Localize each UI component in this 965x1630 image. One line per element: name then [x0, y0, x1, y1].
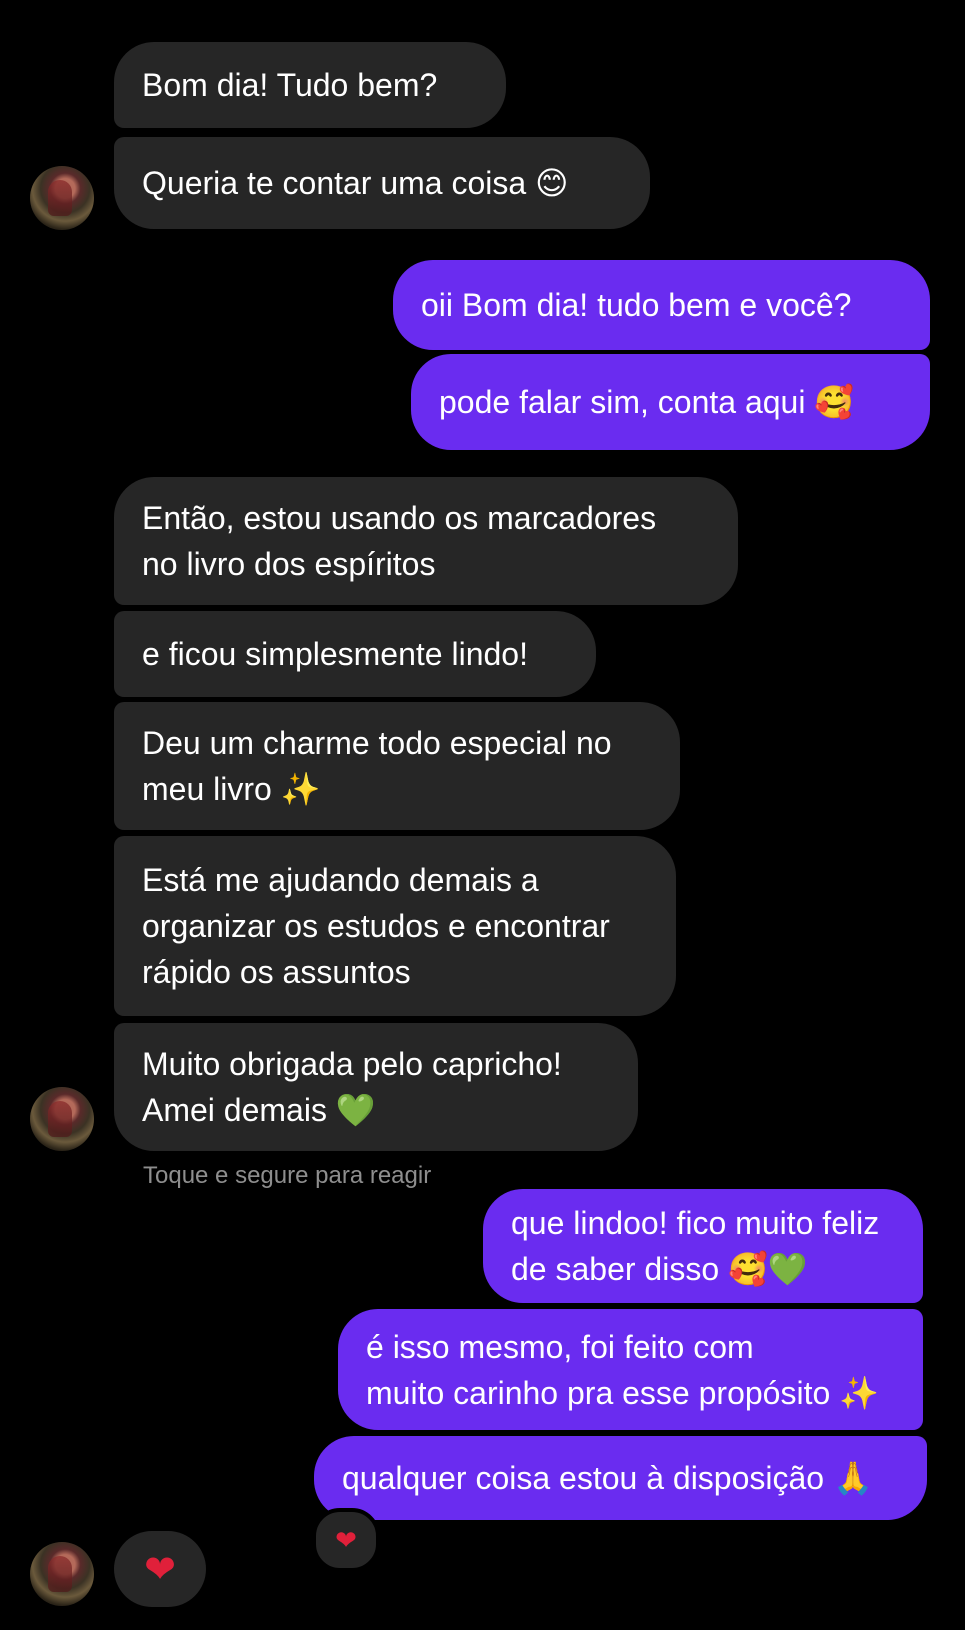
incoming-message[interactable]: Muito obrigada pelo capricho! Amei demai… [114, 1023, 638, 1151]
incoming-message[interactable]: Bom dia! Tudo bem? [114, 42, 506, 128]
contact-avatar[interactable] [30, 166, 94, 230]
contact-avatar[interactable] [30, 1542, 94, 1606]
heart-message-icon[interactable]: ❤ [114, 1531, 206, 1607]
reaction-hint: Toque e segure para reagir [143, 1162, 432, 1189]
incoming-message[interactable]: Então, estou usando os marcadores no liv… [114, 477, 738, 605]
heart-reaction-icon[interactable]: ❤ [312, 1508, 380, 1572]
outgoing-message[interactable]: oii Bom dia! tudo bem e você? [393, 260, 930, 350]
incoming-message[interactable]: Está me ajudando demais a organizar os e… [114, 836, 676, 1016]
outgoing-message[interactable]: é isso mesmo, foi feito com muito carinh… [338, 1309, 923, 1430]
incoming-message[interactable]: Deu um charme todo especial no meu livro… [114, 702, 680, 830]
outgoing-message[interactable]: qualquer coisa estou à disposição 🙏 [314, 1436, 927, 1520]
outgoing-message[interactable]: que lindoo! fico muito feliz de saber di… [483, 1189, 923, 1303]
contact-avatar[interactable] [30, 1087, 94, 1151]
incoming-message[interactable]: Queria te contar uma coisa 😊 [114, 137, 650, 229]
outgoing-message[interactable]: pode falar sim, conta aqui 🥰 [411, 354, 930, 450]
incoming-message[interactable]: e ficou simplesmente lindo! [114, 611, 596, 697]
